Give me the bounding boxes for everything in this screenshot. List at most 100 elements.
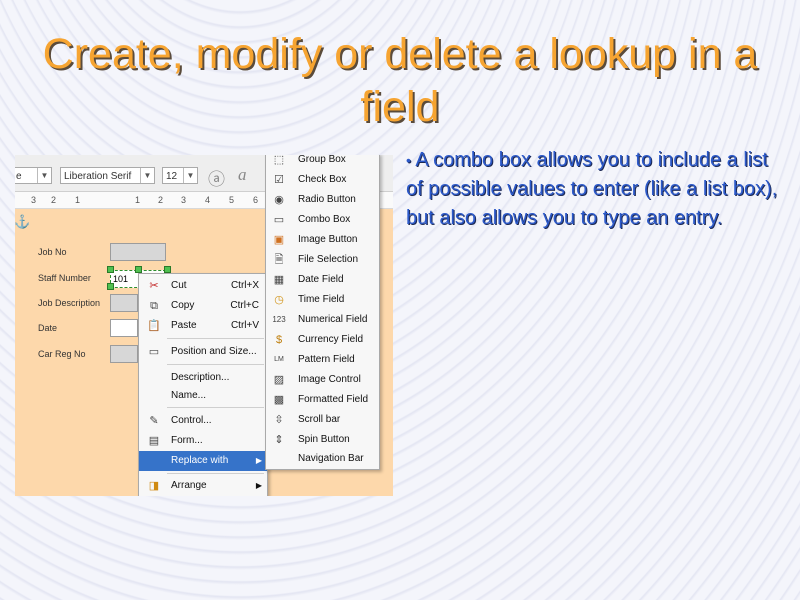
ruler-mark: 3 — [181, 195, 187, 205]
menu-item-label: Description... — [171, 372, 230, 383]
submenu-item-scroll-bar[interactable]: ⇳ Scroll bar — [266, 410, 379, 430]
menu-item-label: Arrange — [171, 480, 207, 491]
date-field-icon: ▦ — [273, 274, 285, 286]
paragraph-style-value: e — [16, 171, 22, 182]
submenu-item-file-selection[interactable]: 🗎 File Selection — [266, 250, 379, 270]
menu-item-name[interactable]: Name... — [139, 386, 267, 406]
time-field-icon: ◷ — [274, 294, 284, 306]
combo-box-icon: ▭ — [273, 214, 285, 226]
scroll-bar-icon: ⇳ — [274, 414, 284, 426]
date-field[interactable] — [110, 319, 138, 337]
control-icon: ✎ — [149, 415, 159, 427]
menu-item-cut[interactable]: ✂ Cut Ctrl+X — [139, 276, 267, 296]
replace-with-submenu: ⬚ Group Box ☑ Check Box ◉ Radio Button ▭ Com… — [265, 155, 380, 470]
menu-item-label: Position and Size... — [171, 346, 257, 357]
chevron-down-icon[interactable]: ▼ — [37, 168, 51, 183]
context-menu: ✂ Cut Ctrl+X ⧉ Copy Ctrl+C 📋 Paste Ctrl+… — [138, 273, 268, 496]
paragraph-style-box[interactable]: e ▼ — [15, 167, 52, 184]
submenu-item-radio-button[interactable]: ◉ Radio Button — [266, 190, 379, 210]
image-control-icon: ▨ — [273, 374, 285, 386]
menu-item-replace-with[interactable]: Replace with ▶ — [139, 451, 267, 471]
menu-item-shortcut: Ctrl+V — [230, 320, 259, 331]
submenu-item-check-box[interactable]: ☑ Check Box — [266, 170, 379, 190]
currency-field-icon: $ — [275, 334, 283, 346]
menu-item-label: Date Field — [298, 274, 344, 285]
menu-item-paste[interactable]: 📋 Paste Ctrl+V — [139, 316, 267, 336]
submenu-item-navigation-bar[interactable]: Navigation Bar — [266, 449, 379, 469]
chevron-down-icon[interactable]: ▼ — [183, 168, 197, 183]
submenu-item-pattern-field[interactable]: LM Pattern Field — [266, 350, 379, 370]
form-icon: ▤ — [148, 435, 160, 447]
staff-number-value: 101 — [113, 274, 129, 284]
submenu-item-spin-button[interactable]: ⇕ Spin Button — [266, 430, 379, 450]
spin-button-icon: ⇕ — [274, 434, 284, 446]
copy-icon: ⧉ — [150, 300, 158, 312]
font-name-box[interactable]: Liberation Serif ▼ — [60, 167, 155, 184]
menu-item-label: Image Button — [298, 234, 358, 245]
form-label-job-description: Job Description — [38, 298, 101, 308]
menu-item-label: Control... — [171, 415, 212, 426]
menu-item-control[interactable]: ✎ Control... — [139, 411, 267, 431]
numerical-field-icon: 123 — [272, 315, 286, 324]
menu-item-label: Form... — [171, 435, 203, 446]
resize-handle[interactable] — [164, 266, 171, 273]
position-size-icon: ▭ — [148, 346, 160, 358]
menu-item-label: Time Field — [298, 294, 345, 305]
bullet-text: A combo box allows you to include a list… — [406, 149, 778, 229]
file-selection-icon: 🗎 — [274, 254, 284, 266]
submenu-item-combo-box[interactable]: ▭ Combo Box — [266, 210, 379, 230]
resize-handle[interactable] — [107, 266, 114, 273]
menu-item-label: Currency Field — [298, 334, 364, 345]
menu-item-form[interactable]: ▤ Form... — [139, 431, 267, 451]
italic-icon[interactable]: a — [238, 165, 247, 185]
menu-item-position-size[interactable]: ▭ Position and Size... — [139, 342, 267, 362]
menu-item-label: Pattern Field — [298, 354, 355, 365]
submenu-item-date-field[interactable]: ▦ Date Field — [266, 270, 379, 290]
menu-item-arrange[interactable]: ◨ Arrange ▶ — [139, 476, 267, 496]
anchor-icon: ⚓ — [15, 214, 31, 229]
ruler-mark: 2 — [158, 195, 164, 205]
menu-item-label: Group Box — [298, 155, 346, 165]
car-reg-no-field[interactable] — [110, 345, 138, 363]
form-label-car-reg-no: Car Reg No — [38, 349, 86, 359]
submenu-item-formatted-field[interactable]: ▩ Formatted Field — [266, 390, 379, 410]
screenshot-image: e ▼ Liberation Serif ▼ 12 ▼ ⓐ a 3 2 1 1 … — [15, 155, 393, 496]
menu-item-label: Replace with — [171, 455, 229, 466]
job-description-field[interactable] — [110, 294, 138, 312]
menu-item-label: Navigation Bar — [298, 453, 364, 464]
form-label-date: Date — [38, 323, 58, 333]
font-size-value: 12 — [166, 171, 178, 182]
menu-item-label: Check Box — [298, 174, 347, 185]
menu-item-copy[interactable]: ⧉ Copy Ctrl+C — [139, 296, 267, 316]
chevron-down-icon[interactable]: ▼ — [140, 168, 154, 183]
menu-item-label: Copy — [171, 300, 195, 311]
arrange-icon: ◨ — [148, 480, 160, 492]
submenu-item-image-button[interactable]: ▣ Image Button — [266, 230, 379, 250]
menu-item-label: Spin Button — [298, 434, 350, 445]
chevron-right-icon: ▶ — [255, 456, 262, 465]
job-no-field[interactable] — [110, 243, 166, 261]
ruler-mark: 2 — [51, 195, 57, 205]
ruler-mark: 6 — [253, 195, 259, 205]
group-box-icon: ⬚ — [273, 155, 285, 166]
menu-item-shortcut: Ctrl+X — [230, 280, 259, 291]
ruler-mark: 5 — [229, 195, 235, 205]
submenu-item-group-box[interactable]: ⬚ Group Box — [266, 155, 379, 170]
resize-handle[interactable] — [107, 283, 114, 290]
submenu-item-numerical-field[interactable]: 123 Numerical Field — [266, 310, 379, 330]
image-button-icon: ▣ — [273, 234, 285, 246]
form-label-staff-number: Staff Number — [38, 273, 91, 283]
submenu-item-currency-field[interactable]: $ Currency Field — [266, 330, 379, 350]
font-color-icon[interactable]: ⓐ — [208, 165, 225, 190]
bullet-dot-icon: • — [406, 152, 411, 168]
submenu-item-time-field[interactable]: ◷ Time Field — [266, 290, 379, 310]
menu-item-label: Combo Box — [298, 214, 351, 225]
menu-item-label: Cut — [171, 280, 187, 291]
radio-button-icon: ◉ — [274, 194, 284, 206]
menu-item-label: Scroll bar — [298, 414, 341, 425]
font-size-box[interactable]: 12 ▼ — [162, 167, 198, 184]
formatted-field-icon: ▩ — [273, 394, 285, 406]
submenu-item-image-control[interactable]: ▨ Image Control — [266, 370, 379, 390]
menu-item-description[interactable]: Description... — [139, 368, 267, 388]
resize-handle[interactable] — [135, 266, 142, 273]
